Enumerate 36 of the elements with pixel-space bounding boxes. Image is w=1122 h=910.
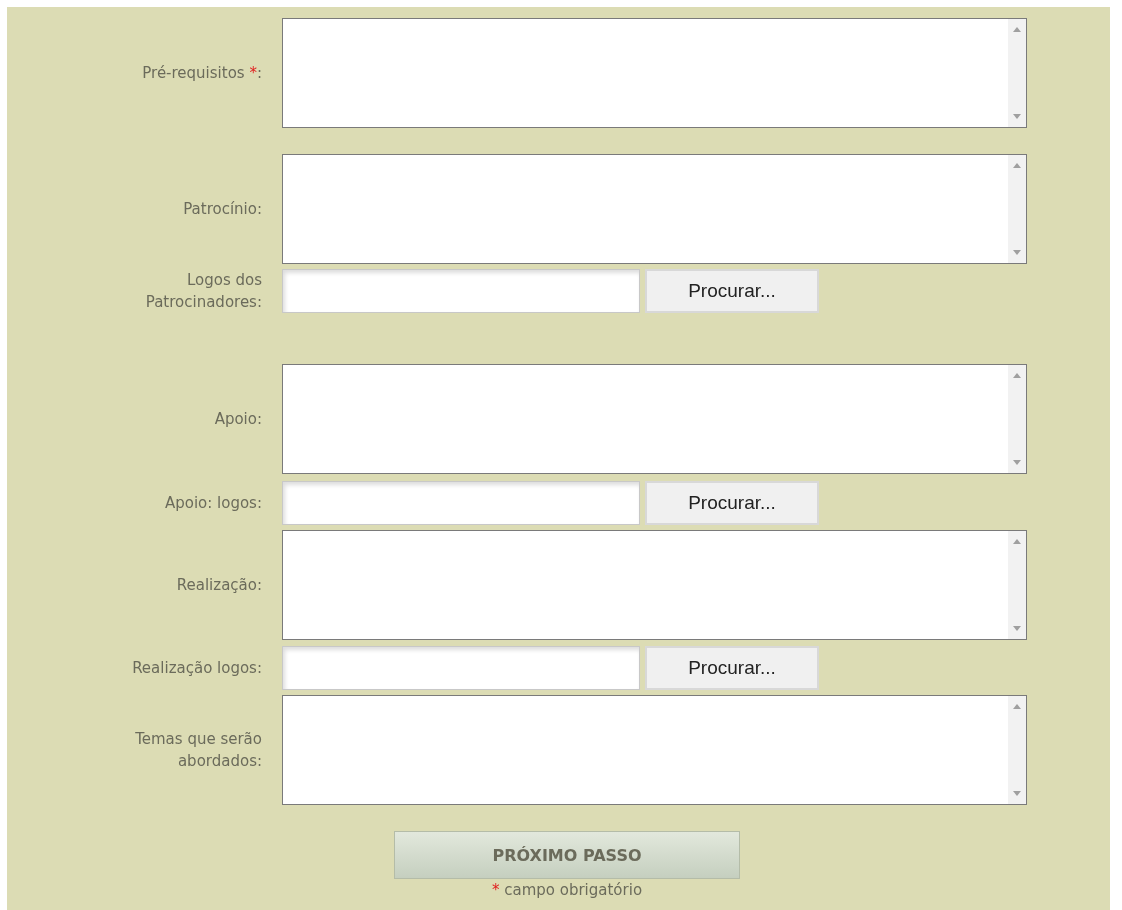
file-path-field[interactable] — [282, 269, 640, 313]
scroll-up-icon[interactable] — [1013, 539, 1021, 544]
scrollbar[interactable] — [1008, 19, 1026, 127]
scrollbar[interactable] — [1008, 155, 1026, 263]
text-area[interactable] — [282, 364, 1027, 474]
text-area[interactable] — [282, 530, 1027, 640]
scrollbar[interactable] — [1008, 696, 1026, 804]
scroll-down-icon[interactable] — [1013, 626, 1021, 631]
text-area[interactable] — [282, 695, 1027, 805]
next-step-button[interactable]: PRÓXIMO PASSO — [394, 831, 740, 879]
browse-button[interactable]: Procurar... — [645, 269, 819, 313]
field-label: Temas que serão abordados: — [134, 729, 262, 772]
scrollbar[interactable] — [1008, 531, 1026, 639]
browse-button[interactable]: Procurar... — [645, 481, 819, 525]
required-field-note: * campo obrigatório — [491, 881, 643, 899]
scroll-down-icon[interactable] — [1013, 114, 1021, 119]
field-label: Logos dos Patrocinadores: — [144, 270, 262, 313]
scroll-up-icon[interactable] — [1013, 163, 1021, 168]
scroll-down-icon[interactable] — [1013, 460, 1021, 465]
scroll-up-icon[interactable] — [1013, 27, 1021, 32]
file-path-field[interactable] — [282, 646, 640, 690]
field-label: Realização logos: — [132, 658, 262, 679]
file-path-field[interactable] — [282, 481, 640, 525]
text-area[interactable] — [282, 18, 1027, 128]
field-label: Patrocínio: — [183, 199, 262, 220]
scroll-down-icon[interactable] — [1013, 250, 1021, 255]
field-label: Realização: — [176, 575, 262, 596]
scroll-up-icon[interactable] — [1013, 704, 1021, 709]
scroll-up-icon[interactable] — [1013, 373, 1021, 378]
field-label: Apoio: — [214, 409, 262, 430]
scrollbar[interactable] — [1008, 365, 1026, 473]
field-label: Pré-requisitos *: — [142, 63, 262, 84]
field-label: Apoio: logos: — [164, 493, 262, 514]
text-area[interactable] — [282, 154, 1027, 264]
browse-button[interactable]: Procurar... — [645, 646, 819, 690]
scroll-down-icon[interactable] — [1013, 791, 1021, 796]
